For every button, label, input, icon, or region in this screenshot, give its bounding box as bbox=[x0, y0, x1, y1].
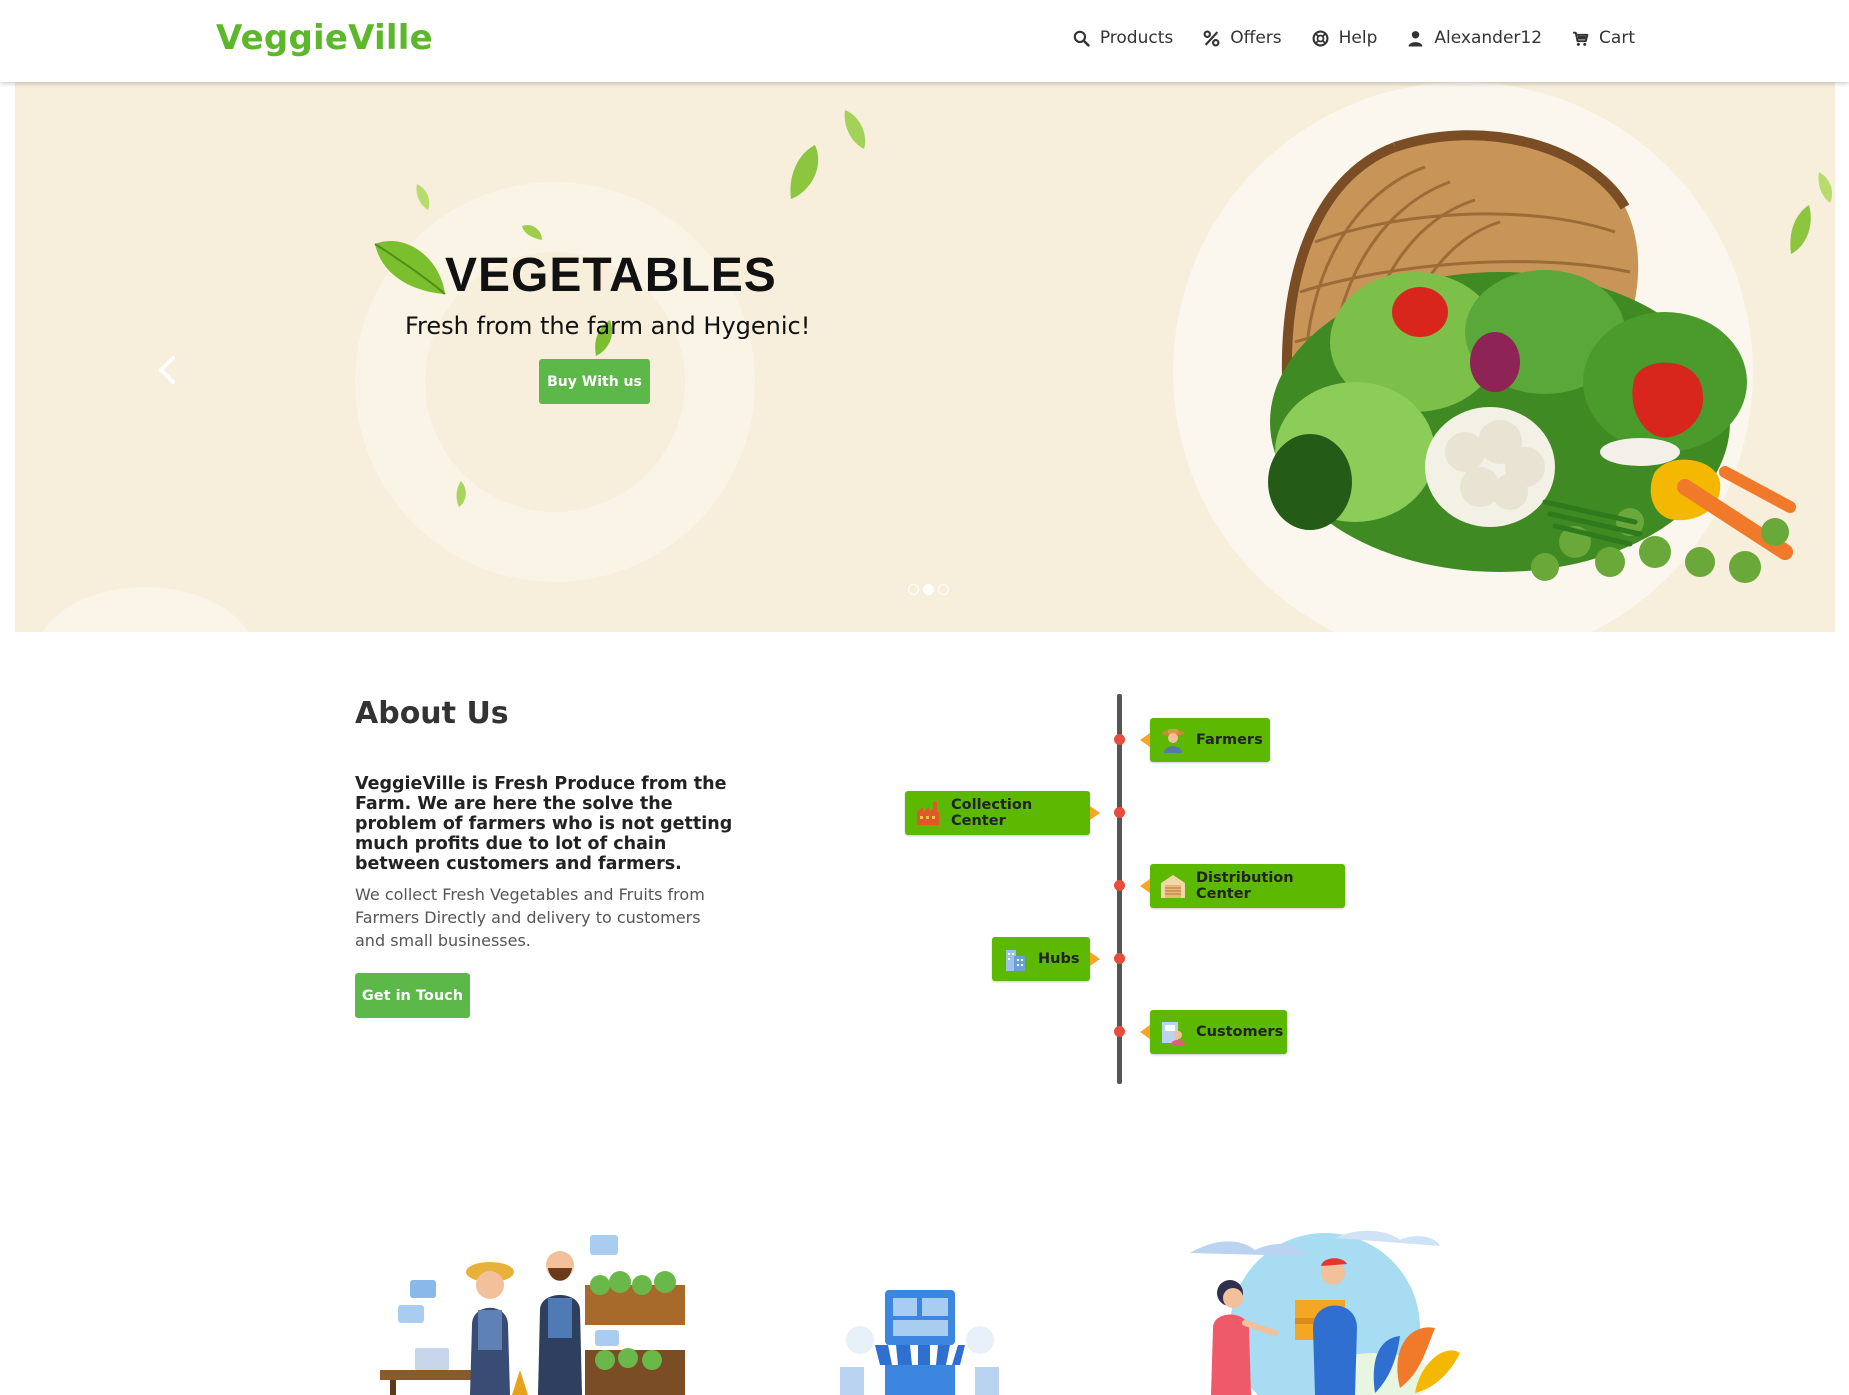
leaf-decoration-icon bbox=[844, 110, 866, 149]
timeline-card-customers[interactable]: Customers bbox=[1140, 1010, 1287, 1054]
nav-menu: Products Offers Help Alexander12 Cart bbox=[1073, 28, 1635, 48]
about-lead: VeggieVille is Fresh Produce from the Fa… bbox=[355, 774, 733, 874]
warehouse-icon bbox=[1161, 875, 1185, 898]
farmer-icon bbox=[1162, 729, 1184, 753]
nav-offers[interactable]: Offers bbox=[1203, 28, 1282, 48]
timeline-dot bbox=[1114, 734, 1125, 745]
nav-products[interactable]: Products bbox=[1073, 28, 1173, 48]
timeline-card-farmers[interactable]: Farmers bbox=[1140, 718, 1270, 762]
nav-user-label: Alexander12 bbox=[1434, 28, 1543, 48]
leaf-decoration-icon bbox=[1818, 172, 1833, 203]
carousel-indicators bbox=[908, 584, 949, 595]
nav-offers-label: Offers bbox=[1230, 28, 1282, 48]
store-illustration bbox=[840, 1290, 999, 1395]
carousel-dot[interactable] bbox=[908, 584, 919, 595]
carousel-dot[interactable] bbox=[938, 584, 949, 595]
decorative-blob bbox=[35, 587, 255, 632]
nav-cart[interactable]: Cart bbox=[1572, 28, 1635, 48]
leaf-decoration-icon bbox=[416, 184, 430, 210]
navbar: VeggieVille Products Offers Help Alexand… bbox=[0, 0, 1849, 82]
chevron-left-icon[interactable] bbox=[147, 350, 187, 390]
nav-help[interactable]: Help bbox=[1312, 28, 1378, 48]
percent-icon bbox=[1203, 30, 1220, 46]
timeline-card-distribution-center[interactable]: Distribution Center bbox=[1140, 864, 1345, 908]
get-in-touch-button[interactable]: Get in Touch bbox=[355, 973, 470, 1018]
hub-building-icon bbox=[1006, 950, 1025, 971]
buy-with-us-button[interactable]: Buy With us bbox=[539, 359, 650, 404]
nav-cart-label: Cart bbox=[1599, 28, 1635, 48]
delivery-illustration bbox=[1190, 1230, 1460, 1395]
leaf-decoration-icon bbox=[790, 145, 819, 199]
factory-icon bbox=[917, 802, 939, 825]
timeline-card-collection-center[interactable]: Collection Center bbox=[905, 791, 1100, 835]
nav-user[interactable]: Alexander12 bbox=[1407, 28, 1542, 48]
nav-help-label: Help bbox=[1338, 28, 1378, 48]
nav-products-label: Products bbox=[1099, 28, 1174, 48]
carousel-dot-active[interactable] bbox=[923, 584, 934, 595]
leaf-decoration-icon bbox=[456, 481, 466, 507]
hero-subtitle: Fresh from the farm and Hygenic! bbox=[405, 312, 811, 340]
about-body: We collect Fresh Vegetables and Fruits f… bbox=[355, 885, 705, 950]
timeline-label: Farmers bbox=[1196, 732, 1263, 748]
hero-title: VEGETABLES bbox=[445, 249, 777, 302]
timeline-dot bbox=[1114, 880, 1125, 891]
timeline-dot bbox=[1114, 953, 1125, 964]
customer-icon bbox=[1162, 1022, 1185, 1045]
leaf-decoration-icon bbox=[522, 224, 542, 240]
brand-logo[interactable]: VeggieVille bbox=[216, 18, 433, 58]
user-icon bbox=[1409, 30, 1423, 46]
search-icon bbox=[1073, 30, 1090, 47]
timeline-dot bbox=[1114, 807, 1125, 818]
cart-icon bbox=[1573, 31, 1589, 46]
hero-carousel: VEGETABLES Fresh from the farm and Hygen… bbox=[15, 82, 1835, 632]
timeline-label: Hubs bbox=[1038, 951, 1080, 967]
leaf-decoration-icon bbox=[374, 240, 446, 295]
timeline-card-hubs[interactable]: Hubs bbox=[992, 937, 1100, 981]
timeline-label: Collection Center bbox=[951, 797, 1033, 829]
about-title: About Us bbox=[355, 696, 509, 731]
timeline-label: Customers bbox=[1196, 1024, 1284, 1040]
timeline-dot bbox=[1114, 1026, 1125, 1037]
farmers-market-illustration bbox=[380, 1235, 685, 1395]
vegetable-basket-image bbox=[1268, 130, 1796, 583]
lifebuoy-icon bbox=[1312, 30, 1329, 46]
timeline-label: Distribution Center bbox=[1196, 870, 1294, 902]
